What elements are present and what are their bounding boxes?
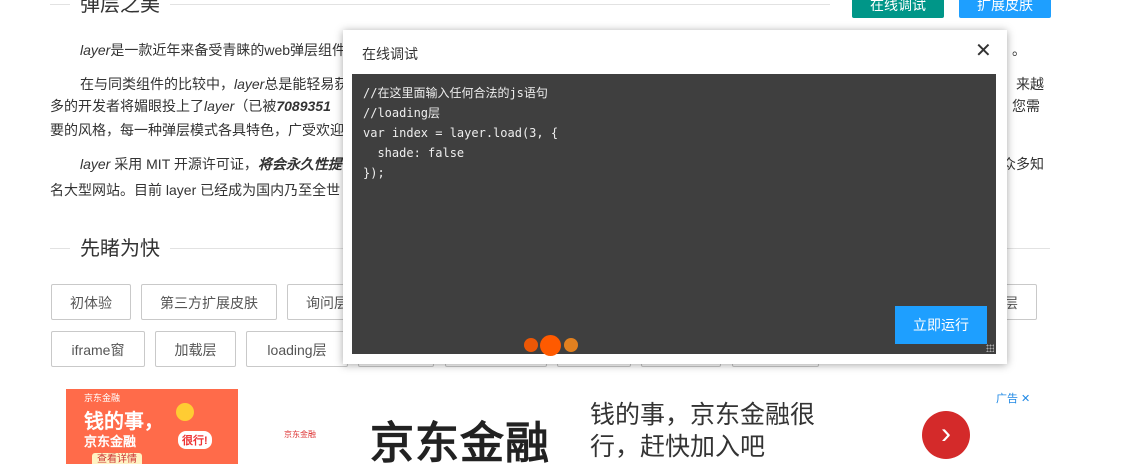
resize-handle-icon[interactable]	[986, 344, 994, 352]
close-icon[interactable]: ✕	[975, 41, 992, 61]
ad-small-logo: 京东金融	[284, 430, 316, 439]
demo-button-skin[interactable]: 第三方扩展皮肤	[141, 284, 277, 320]
demo-button-loading-layer[interactable]: loading层	[246, 331, 348, 367]
loading-dot	[524, 338, 538, 352]
paragraph-line-right: 您需	[1012, 98, 1040, 114]
paragraph-line: 名大型网站。目前 layer 已经成为国内乃至全世	[50, 182, 341, 198]
paragraph-line: 要的风格，每一种弹层模式各具特色，广受欢迎	[50, 122, 344, 138]
ad-brand-text: 京东金融	[370, 419, 550, 464]
dialog-title: 在线调试	[362, 46, 418, 62]
extend-skin-button[interactable]: 扩展皮肤	[959, 0, 1051, 18]
coin-icon	[176, 403, 194, 421]
debug-dialog[interactable]: 在线调试 ✕ //在这里面输入任何合法的js语句 //loading层 var …	[343, 30, 1007, 364]
demo-button-loading[interactable]: 加载层	[155, 331, 236, 367]
loading-dot	[564, 338, 578, 352]
section-title: 弹层之美	[70, 0, 170, 18]
paragraph-line-right: 众多知	[1002, 156, 1044, 172]
chevron-right-icon[interactable]: ›	[922, 411, 970, 459]
run-button[interactable]: 立即运行	[895, 306, 987, 344]
demo-button-iframe[interactable]: iframe窗	[51, 331, 145, 367]
advertisement[interactable]: 京东金融 钱的事， 京东金融 很行! 查看详情 京东金融 京东金融 钱的事，京东…	[66, 389, 1036, 464]
demo-button-intro[interactable]: 初体验	[51, 284, 131, 320]
online-debug-button[interactable]: 在线调试	[852, 0, 944, 18]
code-editor[interactable]: //在这里面输入任何合法的js语句 //loading层 var index =…	[352, 74, 996, 354]
ad-view-button[interactable]: 查看详情	[92, 453, 142, 464]
code-text[interactable]: //在这里面输入任何合法的js语句 //loading层 var index =…	[363, 83, 558, 183]
section-title: 先睹为快	[70, 236, 170, 262]
loading-dot	[540, 335, 561, 356]
license-paragraph: layer 采用 MIT 开源许可证，将会永久性提	[80, 156, 342, 172]
ad-logo-text: 京东金融	[84, 393, 121, 403]
ad-close-mark[interactable]: 广告 ✕	[996, 390, 1030, 406]
ad-slogan: 钱的事，京东金融很行，赶快加入吧	[590, 401, 816, 461]
ad-left-line2: 京东金融	[84, 434, 137, 449]
ad-left-tag: 很行!	[178, 431, 212, 449]
ad-left-line1: 钱的事，	[84, 411, 164, 433]
intro-paragraph-tail: 。	[1012, 42, 1026, 58]
ad-banner-image: 京东金融 钱的事， 京东金融 很行! 查看详情	[66, 389, 238, 464]
